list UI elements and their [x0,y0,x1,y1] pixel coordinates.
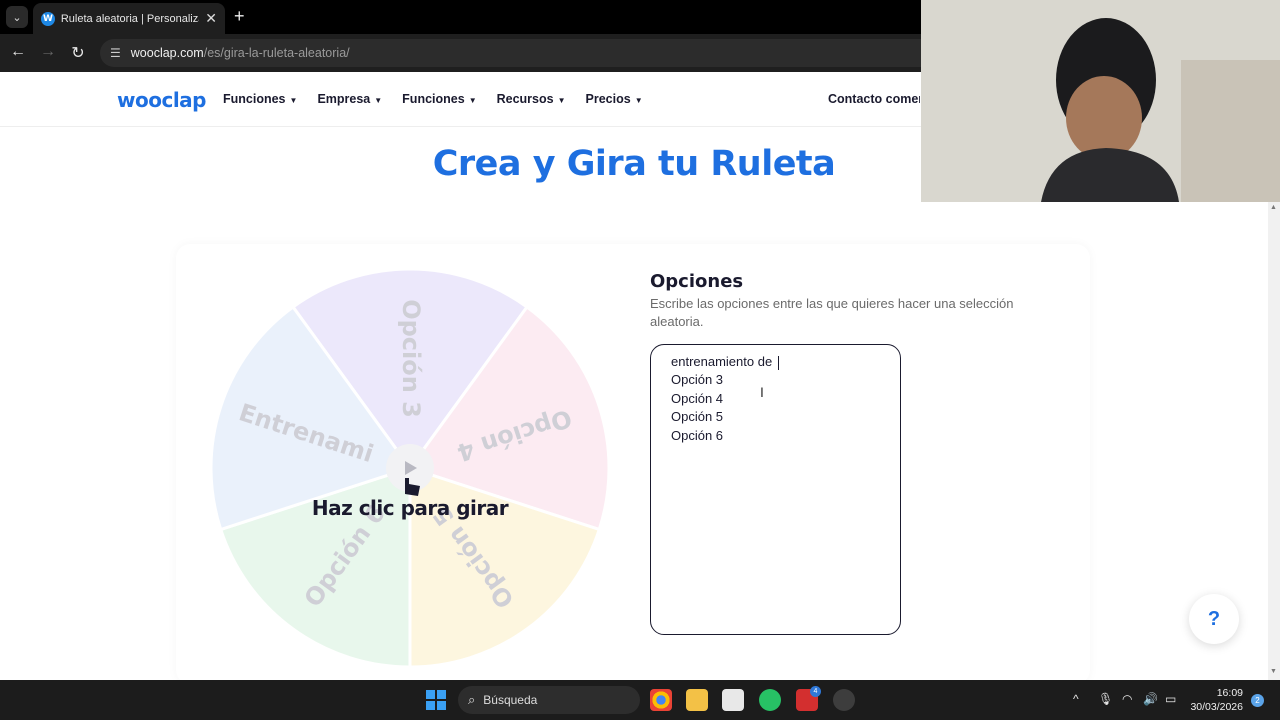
nav-item-funciones[interactable]: Funciones ▼ [223,92,297,106]
forward-icon[interactable]: → [38,43,58,61]
tab-search-button[interactable]: ⌄ [6,6,28,28]
chevron-up-icon[interactable]: ^ [1073,692,1079,706]
file-explorer-icon[interactable] [686,689,708,711]
person-image [921,0,1280,202]
clock-date: 30/03/2026 [1190,701,1243,713]
text-caret [777,355,779,370]
option-line: Opción 3 [671,372,724,388]
options-description: Escribe las opciones entre las que quier… [650,296,1014,329]
wooclap-favicon-icon: W [41,11,55,26]
site-info-icon[interactable]: ☰ [110,46,121,60]
volume-icon[interactable]: 🔊 [1143,692,1158,706]
option-line: entrenamiento de [671,353,880,371]
reload-icon[interactable]: ↻ [68,43,88,63]
wheel-segment-label: Opción 3 [397,299,425,418]
wifi-icon[interactable]: ◠ [1122,692,1132,706]
option-line: Opción 6 [671,427,724,443]
option-line: Opción 4 [671,390,724,406]
chevron-down-icon: ▼ [289,96,298,105]
app-badge: 4 [810,686,821,697]
search-placeholder: Búsqueda [483,693,538,707]
wooclap-logo[interactable]: wooclap [117,88,206,112]
chevron-down-icon: ▼ [634,96,643,105]
wheel-graphic[interactable]: Opción 3Opción 4Opción 5Opción 6Entrenam… [209,267,611,669]
browser-tab[interactable]: W Ruleta aleatoria | Personaliza y c ✕ [33,3,225,34]
notification-badge[interactable]: 2 [1251,694,1264,707]
roulette-wheel[interactable]: Opción 3 Opción 4 Opción 5 Opción 6 Entrenam… [209,267,611,669]
scroll-up-icon[interactable]: ▲ [1270,204,1277,211]
options-textarea[interactable]: entrenamiento de Opción 3 Opción 4 Opció… [650,344,901,635]
nav-item-empresa[interactable]: Empresa ▼ [317,92,382,106]
back-icon[interactable]: ← [8,43,28,61]
nav-item-funciones-2[interactable]: Funciones ▼ [402,92,476,106]
nav-item-precios[interactable]: Precios ▼ [586,92,643,106]
microsoft-store-icon[interactable] [722,689,744,711]
taskbar-search[interactable]: ⌕ Búsqueda [458,686,640,714]
nav-item-recursos[interactable]: Recursos ▼ [497,92,566,106]
chevron-down-icon: ▼ [557,96,566,105]
battery-icon[interactable]: ▭ [1165,692,1176,706]
options-title: Opciones [650,271,744,292]
contact-sales-link[interactable]: Contacto comercial [828,92,920,106]
url-field[interactable]: ☰ wooclap.com /es/gira-la-ruleta-aleator… [100,39,940,67]
whatsapp-icon[interactable] [759,689,781,711]
option-line: Opción 5 [671,409,724,425]
microphone-icon[interactable]: 🎙 [1098,692,1113,706]
obs-icon[interactable] [833,689,855,711]
url-host: wooclap.com [130,46,204,60]
new-tab-icon[interactable]: + [234,6,245,27]
windows-start-icon[interactable] [426,690,446,710]
close-tab-icon[interactable]: ✕ [205,10,217,27]
webcam-overlay [921,0,1280,202]
spin-label[interactable]: Haz clic para girar [260,496,560,520]
chevron-down-icon: ▼ [374,96,383,105]
tab-title: Ruleta aleatoria | Personaliza y c [60,12,200,25]
text-cursor-icon: I [760,384,764,400]
windows-taskbar: ⌕ Búsqueda 4 ^ 🎙 ◠ 🔊 ▭ 16:09 30/03/2026 … [0,680,1280,720]
clock-time: 16:09 [1216,687,1243,699]
chevron-down-icon: ▼ [468,96,477,105]
system-clock[interactable]: 16:09 30/03/2026 [1189,686,1243,714]
url-path: /es/gira-la-ruleta-aleatoria/ [203,46,350,60]
main-nav: Funciones ▼ Empresa ▼ Funciones ▼ Recursos ▼… [223,92,663,106]
scroll-down-icon[interactable]: ▼ [1270,668,1277,675]
search-icon: ⌕ [468,692,476,707]
help-button[interactable]: ? [1189,594,1239,644]
chrome-icon[interactable] [650,689,672,711]
